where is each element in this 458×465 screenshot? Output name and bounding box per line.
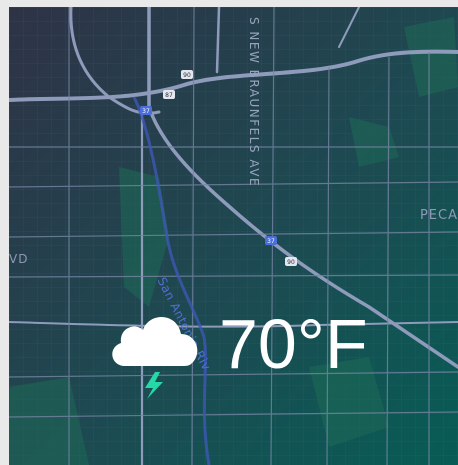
highway-shield: 90 <box>285 257 297 266</box>
street-label-new-braunfels: S NEW BRAUNFELS AVE <box>247 17 261 188</box>
svg-text:87: 87 <box>165 92 173 99</box>
map-background: 90 87 37 37 90 <box>9 7 458 465</box>
svg-text:37: 37 <box>142 108 150 115</box>
cloud-lightning-icon <box>112 316 198 399</box>
weather-icon-group <box>105 300 205 400</box>
highway-shield: 37 <box>265 236 277 245</box>
svg-text:90: 90 <box>183 72 191 79</box>
temperature-value: 70°F <box>219 305 368 383</box>
street-label-pecan: PECA <box>419 208 458 223</box>
highway-shield: 90 <box>181 70 193 79</box>
weather-map-card: 90 87 37 37 90 S NEW BRAUNFELS AVE PECA … <box>9 7 458 465</box>
highway-shield: 87 <box>163 90 175 99</box>
highway-shield: 37 <box>140 106 152 115</box>
street-label-vd: VD <box>9 252 29 266</box>
svg-text:90: 90 <box>287 259 295 266</box>
svg-text:37: 37 <box>267 238 275 245</box>
